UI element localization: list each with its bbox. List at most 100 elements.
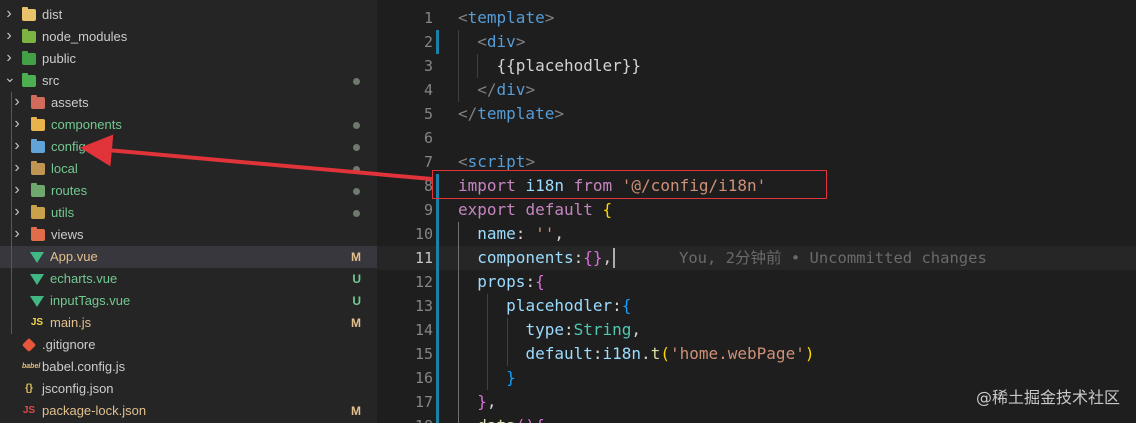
git-change-bar [436, 30, 439, 54]
text-cursor [613, 248, 615, 268]
chevron-right-icon[interactable]: › [12, 224, 22, 246]
code-token: > [544, 8, 555, 27]
explorer-item-package-lock-json[interactable]: JS package-lock.json M [0, 400, 377, 422]
code-token: : [525, 272, 536, 291]
code-line[interactable]: 4 </div> [377, 78, 1136, 102]
code-token: script [467, 152, 526, 171]
code-token: } [506, 368, 516, 387]
watermark: @稀土掘金技术社区 [975, 388, 1120, 407]
code-token: { [621, 296, 632, 315]
chevron-right-icon[interactable]: › [4, 48, 14, 70]
code-line[interactable]: 15 default:i18n.t('home.webPage') [377, 342, 1136, 366]
code-token: , [602, 248, 613, 267]
explorer-item-main-js[interactable]: JS main.js M [0, 312, 377, 334]
code-line[interactable]: 5 </template> [377, 102, 1136, 126]
explorer-item-label: babel.config.js [42, 359, 126, 374]
tree-indent-guide [11, 92, 12, 334]
code-token: > [525, 152, 536, 171]
code-token: i18n [602, 344, 642, 363]
chevron-right-icon[interactable]: › [4, 4, 14, 26]
code-token: , [554, 224, 564, 243]
explorer-item-babel-config-js[interactable]: babel babel.config.js [0, 356, 377, 378]
explorer-item-app-vue[interactable]: App.vue M [0, 246, 377, 268]
explorer-item-views[interactable]: › views [0, 224, 377, 246]
git-file-icon [21, 337, 37, 353]
code-line[interactable]: 14 type:String, [377, 318, 1136, 342]
explorer-item-routes[interactable]: › routes [0, 180, 377, 202]
line-number: 9 [423, 201, 433, 219]
code-line[interactable]: 11 components:{}, You, 2分钟前 • Uncommitted… [377, 246, 1136, 270]
chevron-right-icon[interactable]: › [12, 114, 22, 136]
chevron-right-icon[interactable]: › [12, 92, 22, 114]
line-number: 17 [414, 393, 433, 411]
explorer-item-local[interactable]: › local [0, 158, 377, 180]
code-token: < [458, 152, 468, 171]
code-line[interactable]: 10 name: '', [377, 222, 1136, 246]
code-token: > [525, 80, 536, 99]
code-line[interactable]: 9 export default { [377, 198, 1136, 222]
explorer-item-utils[interactable]: › utils [0, 202, 377, 224]
explorer-item-node-modules[interactable]: › node_modules [0, 26, 377, 48]
code-token: </ [458, 104, 478, 123]
vue-file-icon [30, 274, 44, 285]
chevron-right-icon[interactable]: › [12, 136, 22, 158]
line-number: 15 [414, 345, 433, 363]
indent-guide [458, 30, 459, 102]
chevron-right-icon[interactable]: › [12, 180, 22, 202]
code-token: data [477, 416, 516, 423]
explorer-item-config[interactable]: › config [0, 136, 377, 158]
code-editor[interactable]: 1 <template> 2 <div> 3 {{placehodler}} 4 </d… [377, 0, 1136, 423]
code-text: }, [458, 390, 496, 414]
code-token: {} [583, 248, 603, 267]
code-line[interactable]: 2 <div> [377, 30, 1136, 54]
explorer-item-gitignore[interactable]: .gitignore [0, 334, 377, 356]
code-token: div [496, 80, 526, 99]
code-token: } [477, 392, 487, 411]
explorer-item-assets[interactable]: › assets [0, 92, 377, 114]
git-status-dot [353, 210, 360, 217]
explorer-item-label: inputTags.vue [50, 293, 131, 308]
code-line[interactable]: 6 [377, 126, 1136, 150]
code-token: < [477, 32, 487, 51]
code-token: { [602, 200, 613, 219]
code-token: : [612, 296, 622, 315]
explorer-item-src[interactable]: ⌄ src [0, 70, 377, 92]
explorer-item-echarts-vue[interactable]: echarts.vue U [0, 268, 377, 290]
npm-file-icon: JS [22, 405, 36, 416]
code-line[interactable]: 3 {{placehodler}} [377, 54, 1136, 78]
line-number: 6 [423, 129, 433, 147]
explorer-item-label: jsconfig.json [42, 381, 114, 396]
explorer-item-components[interactable]: › components [0, 114, 377, 136]
explorer-item-label: local [51, 161, 78, 176]
chevron-right-icon[interactable]: › [4, 26, 14, 48]
explorer-item-label: src [42, 73, 60, 88]
explorer-item-jsconfig-json[interactable]: {} jsconfig.json [0, 378, 377, 400]
explorer-item-label: main.js [50, 315, 92, 330]
code-text: type:String, [458, 318, 641, 342]
line-number: 12 [414, 273, 433, 291]
explorer-item-public[interactable]: › public [0, 48, 377, 70]
code-text: export default { [458, 198, 612, 222]
code-line[interactable]: 1 <template> [377, 6, 1136, 30]
git-status-badge: M [351, 250, 361, 264]
code-line[interactable]: 13 placehodler:{ [377, 294, 1136, 318]
code-line[interactable]: 12 props:{ [377, 270, 1136, 294]
chevron-right-icon[interactable]: › [12, 158, 22, 180]
code-line[interactable]: 18 data(){ [377, 414, 1136, 423]
chevron-right-icon[interactable]: › [12, 202, 22, 224]
code-text: placehodler:{ [458, 294, 631, 318]
git-status-badge: U [352, 294, 361, 308]
code-token: > [554, 104, 564, 123]
explorer-item-label: views [51, 227, 84, 242]
chevron-down-icon[interactable]: ⌄ [4, 70, 16, 92]
code-token: default [525, 200, 603, 219]
git-status-dot [353, 188, 360, 195]
code-token: template [467, 8, 545, 27]
explorer-item-dist[interactable]: › dist [0, 4, 377, 26]
code-token: {{placehodler}} [496, 56, 642, 75]
explorer-item-label: assets [51, 95, 89, 110]
explorer-item-inputtags-vue[interactable]: inputTags.vue U [0, 290, 377, 312]
indent-guide [507, 318, 508, 366]
